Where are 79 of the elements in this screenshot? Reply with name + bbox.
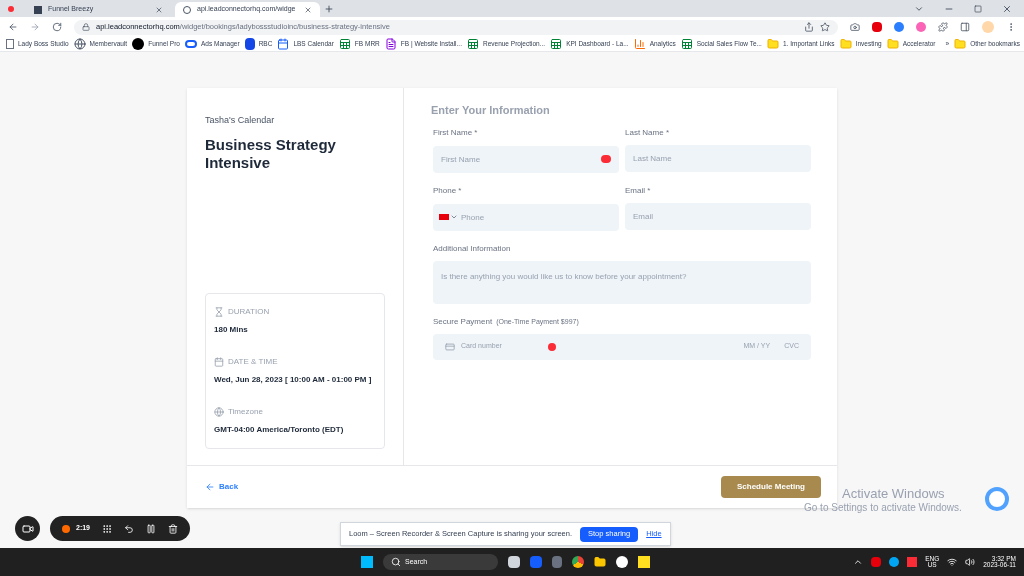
folder-icon [886, 38, 899, 50]
tray-app-icon[interactable] [889, 557, 900, 567]
tray-app-icon[interactable] [907, 557, 918, 567]
video-camera-icon [21, 522, 34, 535]
stop-icon[interactable] [62, 524, 70, 533]
folder-icon [766, 38, 779, 50]
calendar-name: Tasha's Calendar [205, 114, 276, 127]
spreadsheet-icon [550, 38, 563, 50]
calendar-icon [214, 357, 224, 367]
extensions-icon[interactable] [938, 22, 948, 32]
field-label: Last Name * [625, 126, 671, 139]
chevron-up-icon[interactable] [853, 557, 864, 567]
restore-icon[interactable] [974, 4, 982, 13]
password-manager-icon[interactable] [547, 342, 556, 351]
field-label: First Name * [433, 126, 479, 139]
spreadsheet-icon [466, 38, 479, 50]
new-tab-icon[interactable] [324, 3, 334, 14]
back-link[interactable]: Back [205, 481, 239, 493]
detail-label: Timezone [228, 406, 263, 418]
undo-icon[interactable] [124, 523, 134, 534]
globe-icon [214, 407, 224, 417]
share-icon[interactable] [804, 22, 814, 32]
detail-value: Wed, Jun 28, 2023 [ 10:00 AM - 01:00 PM ] [214, 374, 373, 386]
globe-icon [73, 38, 86, 50]
activation-subtitle: Go to Settings to activate Windows. [804, 502, 962, 515]
camera-toggle-button[interactable] [15, 516, 40, 541]
calendar-icon [277, 38, 290, 50]
input-field[interactable]: Email [625, 202, 811, 230]
side-panel-icon[interactable] [960, 22, 970, 32]
close-icon[interactable] [304, 5, 312, 14]
folder-icon[interactable] [594, 556, 607, 568]
field-label: Phone * [433, 184, 463, 197]
detail-value: GMT-04:00 America/Toronto (EDT) [214, 424, 345, 436]
detail-label: DATE & TIME [228, 356, 278, 368]
arrow-left-icon [205, 482, 215, 492]
close-icon[interactable] [1002, 3, 1012, 14]
tray-app-icon[interactable] [871, 557, 882, 567]
lock-icon [82, 23, 90, 31]
phone-field[interactable]: Phone [433, 203, 619, 231]
hourglass-icon [214, 307, 224, 317]
tab-favicon-icon [34, 5, 42, 14]
field-label: Secure Payment [433, 315, 493, 328]
password-manager-icon[interactable] [601, 154, 611, 163]
input-field[interactable]: First Name [433, 145, 619, 173]
form-heading: Enter Your Information [431, 103, 551, 118]
bar-chart-icon [633, 38, 646, 50]
trash-icon[interactable] [168, 523, 178, 534]
extension-icon[interactable] [916, 22, 926, 32]
camera-icon[interactable] [850, 22, 860, 32]
reload-icon[interactable] [52, 22, 62, 32]
volume-icon[interactable] [965, 557, 976, 567]
search-icon [391, 557, 402, 567]
folder-icon [954, 38, 967, 50]
bookmark-star-icon[interactable] [820, 22, 830, 32]
logo-icon [6, 39, 14, 49]
spreadsheet-icon [680, 38, 693, 50]
card-icon [445, 341, 455, 352]
pause-icon[interactable] [146, 523, 156, 534]
field-label: Email * [625, 184, 652, 197]
text-area[interactable]: Is there anything you would like us to know before your appointment? [433, 260, 811, 304]
drag-handle-icon[interactable] [102, 523, 112, 534]
activation-title: Activate Windows [842, 486, 946, 503]
detail-value: 180 Mins [214, 324, 249, 336]
folder-icon [839, 38, 852, 50]
form-icon [384, 38, 397, 50]
field-label: Additional Information [433, 242, 512, 255]
input-field[interactable]: Last Name [625, 144, 811, 172]
spreadsheet-icon [338, 38, 351, 50]
flag-icon[interactable] [439, 213, 449, 220]
event-title: Business Strategy Intensive [205, 135, 337, 172]
recording-icon [8, 5, 14, 12]
detail-label: DURATION [228, 306, 270, 318]
start-icon[interactable] [361, 556, 374, 568]
extension-icon[interactable] [872, 22, 882, 32]
close-icon[interactable] [155, 5, 163, 14]
extension-icon[interactable] [894, 22, 904, 32]
wifi-icon[interactable] [947, 557, 958, 567]
back-icon[interactable] [8, 22, 18, 32]
loop-icon [184, 40, 197, 48]
